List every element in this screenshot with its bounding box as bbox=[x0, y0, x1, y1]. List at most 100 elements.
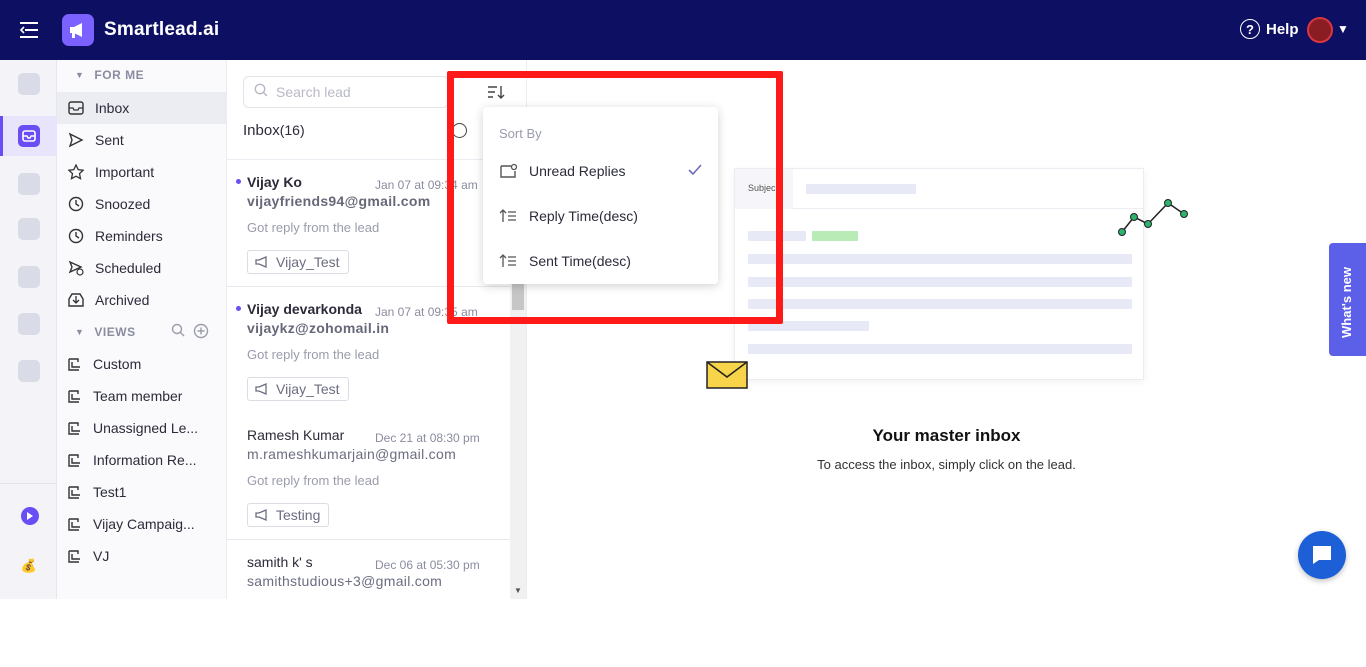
lead-name: Vijay Ko bbox=[247, 174, 302, 190]
icon-rail: 💰 bbox=[0, 60, 57, 599]
help-label: Help bbox=[1266, 20, 1299, 38]
sidebar-item-inbox[interactable]: Inbox bbox=[57, 92, 226, 124]
megaphone-icon bbox=[254, 383, 270, 395]
chevron-down-icon[interactable]: ▼ bbox=[1337, 22, 1349, 36]
inbox-count: (16) bbox=[279, 122, 305, 138]
chevron-down-icon: ▼ bbox=[75, 327, 85, 337]
campaign-tag-label: Vijay_Test bbox=[276, 381, 340, 397]
sidebar-item-archived[interactable]: Archived bbox=[57, 284, 226, 316]
lead-email: m.rameshkumarjain@gmail.com bbox=[247, 446, 457, 462]
view-label: Team member bbox=[93, 388, 183, 404]
help-icon: ? bbox=[1240, 19, 1260, 39]
automation-icon[interactable] bbox=[18, 313, 40, 335]
help-button[interactable]: ? Help bbox=[1240, 19, 1299, 39]
search-views-icon[interactable] bbox=[171, 323, 185, 340]
view-item[interactable]: Test1 bbox=[57, 476, 226, 508]
search-box[interactable] bbox=[243, 76, 449, 108]
analytics-icon[interactable] bbox=[18, 360, 40, 382]
view-icon bbox=[65, 547, 83, 565]
view-item[interactable]: Information Re... bbox=[57, 444, 226, 476]
lead-email: samithstudious+3@gmail.com bbox=[247, 573, 443, 589]
inbox-illustration-card: Subjec bbox=[734, 168, 1145, 380]
scroll-down-arrow-icon[interactable]: ▼ bbox=[514, 586, 522, 595]
menu-collapse-icon[interactable] bbox=[18, 20, 40, 40]
avatar[interactable] bbox=[1307, 17, 1333, 43]
leads-icon[interactable] bbox=[18, 218, 40, 240]
unread-dot bbox=[236, 306, 241, 311]
sidebar-item-label: Snoozed bbox=[95, 196, 151, 212]
campaign-tag[interactable]: Vijay_Test bbox=[247, 250, 349, 274]
lead-preview: Got reply from the lead bbox=[247, 347, 380, 362]
views-section[interactable]: ▼ VIEWS bbox=[75, 323, 225, 342]
inbox-sidebar: ▼ FOR ME Inbox Sent Important Snoozed Re… bbox=[57, 60, 227, 599]
inbox-title-label: Inbox bbox=[243, 122, 280, 139]
view-item[interactable]: Vijay Campaig... bbox=[57, 508, 226, 540]
sidebar-item-label: Archived bbox=[95, 292, 150, 308]
lead-row[interactable]: samith k' s Dec 06 at 05:30 pm samithstu… bbox=[227, 540, 510, 667]
send-clock-icon bbox=[67, 259, 85, 277]
highlight-box bbox=[447, 71, 783, 324]
view-item[interactable]: Team member bbox=[57, 380, 226, 412]
trend-line-icon bbox=[1118, 199, 1188, 236]
sidebar-item-scheduled[interactable]: Scheduled bbox=[57, 252, 226, 284]
search-icon bbox=[254, 83, 268, 102]
for-me-label: FOR ME bbox=[94, 68, 145, 82]
sidebar-item-sent[interactable]: Sent bbox=[57, 124, 226, 156]
master-inbox-title: Your master inbox bbox=[872, 426, 1021, 445]
views-label: VIEWS bbox=[94, 325, 136, 339]
play-video-icon[interactable] bbox=[21, 507, 39, 525]
add-view-icon[interactable] bbox=[193, 323, 209, 342]
rail-divider bbox=[0, 483, 56, 484]
view-icon bbox=[65, 355, 83, 373]
clock-icon bbox=[67, 195, 85, 213]
view-item[interactable]: Unassigned Le... bbox=[57, 412, 226, 444]
money-bag-icon[interactable]: 💰 bbox=[18, 555, 40, 577]
chevron-down-icon: ▼ bbox=[75, 70, 85, 80]
search-input[interactable] bbox=[276, 84, 436, 100]
megaphone-icon bbox=[254, 509, 270, 521]
for-me-section[interactable]: ▼ FOR ME bbox=[75, 68, 144, 82]
chat-icon bbox=[1313, 546, 1331, 564]
integrations-icon[interactable] bbox=[18, 266, 40, 288]
master-inbox-subtitle: To access the inbox, simply click on the… bbox=[817, 457, 1076, 472]
view-label: Unassigned Le... bbox=[93, 420, 199, 436]
sidebar-item-label: Important bbox=[95, 164, 155, 180]
top-bar: Smartlead.ai ? Help ▼ bbox=[0, 0, 1366, 60]
sidebar-item-reminders[interactable]: Reminders bbox=[57, 220, 226, 252]
master-inbox-icon[interactable] bbox=[18, 125, 40, 147]
campaign-icon[interactable] bbox=[18, 73, 40, 95]
lead-date: Dec 06 at 05:30 pm bbox=[375, 558, 480, 572]
lead-email: vijayfriends94@gmail.com bbox=[247, 193, 431, 209]
placeholder-bar bbox=[748, 299, 1132, 309]
inbox-title: Inbox(16) bbox=[243, 122, 305, 139]
megaphone-icon bbox=[254, 256, 270, 268]
placeholder-bar bbox=[748, 254, 1132, 264]
archive-icon bbox=[67, 291, 85, 309]
view-icon bbox=[65, 419, 83, 437]
whats-new-label: What's new bbox=[1339, 267, 1354, 338]
inbox-icon bbox=[67, 99, 85, 117]
lead-row[interactable]: Ramesh Kumar Dec 21 at 08:30 pm m.ramesh… bbox=[227, 413, 510, 540]
lead-date: Dec 21 at 08:30 pm bbox=[375, 431, 480, 445]
unread-dot bbox=[236, 179, 241, 184]
view-item[interactable]: VJ bbox=[57, 540, 226, 572]
chat-button[interactable] bbox=[1298, 531, 1346, 579]
campaign-tag-label: Vijay_Test bbox=[276, 254, 340, 270]
campaign-tag[interactable]: Testing bbox=[247, 503, 330, 527]
view-label: Test1 bbox=[93, 484, 127, 500]
sidebar-item-important[interactable]: Important bbox=[57, 156, 226, 188]
sidebar-item-snoozed[interactable]: Snoozed bbox=[57, 188, 226, 220]
campaign-tag[interactable]: Vijay_Test bbox=[247, 377, 349, 401]
brand[interactable]: Smartlead.ai bbox=[62, 14, 219, 46]
sidebar-item-label: Scheduled bbox=[95, 260, 162, 276]
sidebar-item-label: Sent bbox=[95, 132, 124, 148]
placeholder-bar bbox=[806, 184, 916, 194]
campaign-tag-label: Testing bbox=[276, 507, 321, 523]
smartlead-logo-icon bbox=[62, 14, 94, 46]
view-item[interactable]: Custom bbox=[57, 348, 226, 380]
whats-new-tab[interactable]: What's new bbox=[1329, 243, 1366, 356]
lead-name: Ramesh Kumar bbox=[247, 427, 345, 443]
sidebar-item-label: Inbox bbox=[95, 100, 130, 116]
view-label: Vijay Campaig... bbox=[93, 516, 195, 532]
email-accounts-icon[interactable] bbox=[18, 173, 40, 195]
